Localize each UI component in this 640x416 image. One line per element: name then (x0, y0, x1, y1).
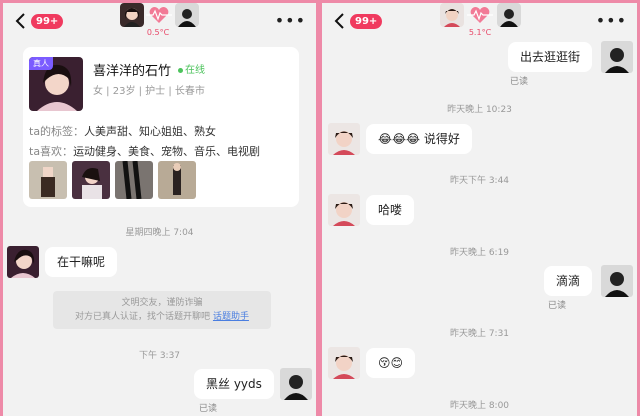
intimacy-temperature: 5.1°C (468, 28, 492, 37)
profile-name: 喜洋洋的石竹 (93, 64, 172, 79)
timestamp: 昨天晚上 8:00 (449, 401, 510, 411)
message-bubble-incoming[interactable]: 😚😊 (366, 348, 416, 378)
profile-photo[interactable]: 真人 (29, 57, 83, 111)
chevron-left-icon[interactable] (332, 9, 348, 33)
chat-screen-left: 99+ 0.5°C ••• 真人 喜洋洋的石竹 在线 女 | 23岁 | 护士 … (3, 3, 316, 416)
topic-helper-link[interactable]: 话题助手 (213, 312, 249, 322)
timestamp: 星期四晚上 7:04 (125, 228, 194, 238)
profile-thumb[interactable] (72, 161, 110, 199)
read-receipt: 已读 (199, 404, 218, 414)
safety-notice: 文明交友，谨防诈骗 对方已真人认证，找个话题开聊吧 话题助手 (53, 291, 271, 329)
profile-thumb[interactable] (115, 161, 153, 199)
notice-line: 对方已真人认证，找个话题开聊吧 话题助手 (75, 312, 249, 322)
timestamp: 昨天下午 3:44 (449, 176, 510, 186)
read-receipt: 已读 (548, 301, 567, 311)
read-receipt: 已读 (510, 77, 529, 87)
partner-avatar[interactable] (328, 194, 360, 226)
timestamp: 昨天晚上 10:23 (447, 105, 512, 115)
unread-badge: 99+ (350, 14, 383, 29)
notice-line: 文明交友，谨防诈骗 (121, 298, 203, 308)
message-bubble-incoming[interactable]: 😂😂😂 说得好 (366, 124, 472, 154)
my-avatar[interactable] (601, 265, 633, 297)
timestamp: 昨天晚上 7:31 (449, 329, 510, 339)
chat-screen-right: 99+ 5.1°C ••• 出去逛逛街 已读 昨天晚上 10:23 😂😂😂 说得… (322, 3, 637, 416)
real-person-tag: 真人 (29, 57, 53, 70)
heartbeat-icon (467, 7, 493, 23)
timestamp: 下午 3:37 (138, 351, 181, 361)
online-status: 在线 (178, 61, 205, 76)
chat-header: 99+ 0.5°C ••• (3, 3, 316, 39)
message-bubble-outgoing[interactable]: 滴滴 (544, 266, 593, 296)
profile-card[interactable]: 真人 喜洋洋的石竹 在线 女 | 23岁 | 护士 | 长春市 ta的标签：人美… (23, 47, 299, 207)
message-bubble-incoming[interactable]: 哈喽 (366, 195, 415, 225)
chat-header: 99+ 5.1°C ••• (322, 3, 637, 39)
online-dot-icon (178, 67, 183, 73)
heartbeat-icon (146, 7, 172, 23)
more-dots-icon[interactable]: ••• (596, 13, 627, 29)
partner-avatar[interactable] (7, 246, 39, 278)
my-avatar[interactable] (601, 41, 633, 73)
message-bubble-outgoing[interactable]: 黑丝 yyds (194, 369, 274, 399)
chevron-left-icon[interactable] (13, 9, 29, 33)
profile-likes: ta喜欢：运动健身、美食、宠物、音乐、电视剧 (29, 145, 261, 158)
intimacy-temperature: 0.5°C (146, 28, 170, 37)
more-dots-icon[interactable]: ••• (275, 13, 306, 29)
partner-avatar[interactable] (328, 123, 360, 155)
partner-avatar[interactable] (120, 3, 144, 27)
profile-thumb[interactable] (158, 161, 196, 199)
timestamp: 昨天晚上 6:19 (449, 248, 510, 258)
partner-avatar[interactable] (440, 3, 464, 27)
my-avatar[interactable] (497, 3, 521, 27)
partner-avatar[interactable] (328, 347, 360, 379)
message-bubble-outgoing[interactable]: 出去逛逛街 (508, 42, 593, 72)
my-avatar[interactable] (175, 3, 199, 27)
my-avatar[interactable] (280, 368, 312, 400)
profile-thumb[interactable] (29, 161, 67, 199)
message-bubble-incoming[interactable]: 在干嘛呢 (45, 247, 118, 277)
profile-tags: ta的标签：人美声甜、知心姐姐、熟女 (29, 125, 217, 138)
unread-badge: 99+ (31, 14, 64, 29)
profile-info: 女 | 23岁 | 护士 | 长春市 (93, 86, 205, 97)
